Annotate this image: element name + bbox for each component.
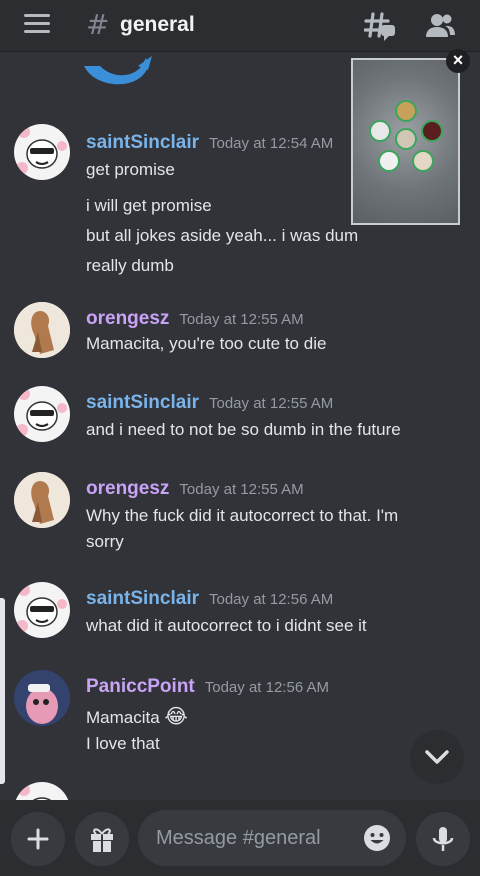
message-text: but all jokes aside yeah... i was dum [86,226,359,245]
message-author[interactable]: saintSinclair Today at 12:56 AM [86,588,333,610]
message-text: i will get promise [86,196,212,215]
message-timestamp: Today at 12:55 AM [179,311,304,328]
participant-avatar [412,150,434,172]
gift-button[interactable] [75,812,129,866]
message-author[interactable]: PaniccPoint Today at 12:56 AM [86,676,329,698]
emoji-smile-icon[interactable] [362,823,392,853]
message-input[interactable] [156,824,336,852]
chevron-down-icon [425,750,449,764]
avatar[interactable] [14,472,70,528]
message-author[interactable]: saintSinclair Today at 12:54 AM [86,132,333,154]
hamburger-menu-icon[interactable] [24,14,50,36]
message-group[interactable]: saintSinclair Today at 12:56 AM what did … [0,582,480,642]
gift-icon [91,828,113,852]
channel-header: # general [0,0,480,52]
channel-title: general [120,13,195,36]
members-icon[interactable] [424,10,456,42]
message-group[interactable]: orengesz Today at 12:55 AM Why the fuck d… [0,472,480,562]
participant-avatar [378,150,400,172]
message-group[interactable]: orengesz Today at 12:55 AM Mamacita, you'… [0,302,480,362]
message-text: really dumb [86,256,174,275]
voice-message-button[interactable] [416,812,470,866]
message-text: what did it autocorrect to i didnt see i… [86,616,367,635]
message-text: and i need to not be so dumb in the futu… [86,420,401,439]
sticker-image [84,56,152,85]
channel-hash-icon: # [86,8,110,41]
avatar[interactable] [14,782,70,800]
message-text: sorry [86,532,124,551]
jump-to-bottom-button[interactable] [410,730,464,784]
message-group[interactable]: PaniccPoint Today at 12:56 AM Mamacita 😂 … [0,670,480,760]
message-timestamp: Today at 12:55 AM [209,395,334,412]
message-group[interactable]: saintSinclair Today at 12:55 AM and i nee… [0,386,480,446]
participant-avatar [421,120,443,142]
message-timestamp: Today at 12:55 AM [179,481,304,498]
message-timestamp: Today at 12:56 AM [204,679,329,696]
message-timestamp: Today at 12:56 AM [209,591,334,608]
avatar[interactable] [14,386,70,442]
avatar[interactable] [14,302,70,358]
voice-call-overlay[interactable] [351,58,460,225]
message-text: Mamacita, you're too cute to die [86,334,327,353]
message-timestamp: Today at 12:54 AM [209,135,334,152]
close-icon[interactable]: × [446,49,470,73]
message-text: Mamacita 😂 [86,704,188,728]
participant-avatar [369,120,391,142]
plus-icon [27,828,49,850]
message-input-container[interactable] [138,810,406,866]
message-author[interactable]: saintSinclair Today at 12:55 AM [86,392,333,414]
participant-avatar [395,100,417,122]
message-text: get promise [86,160,175,179]
message-author[interactable]: orengesz Today at 12:55 AM [86,308,304,330]
drawer-handle[interactable] [0,598,5,784]
microphone-icon [432,827,454,851]
message-composer [0,800,480,876]
threads-icon[interactable] [364,10,396,42]
avatar[interactable] [14,670,70,726]
participant-avatar [395,128,417,150]
add-attachment-button[interactable] [11,812,65,866]
avatar[interactable] [14,582,70,638]
message-text: I love that [86,734,160,753]
avatar[interactable] [14,124,70,180]
message-author[interactable]: orengesz Today at 12:55 AM [86,478,304,500]
laughing-emoji: 😂 [164,704,188,728]
message-text: Why the fuck did it autocorrect to that.… [86,506,399,525]
